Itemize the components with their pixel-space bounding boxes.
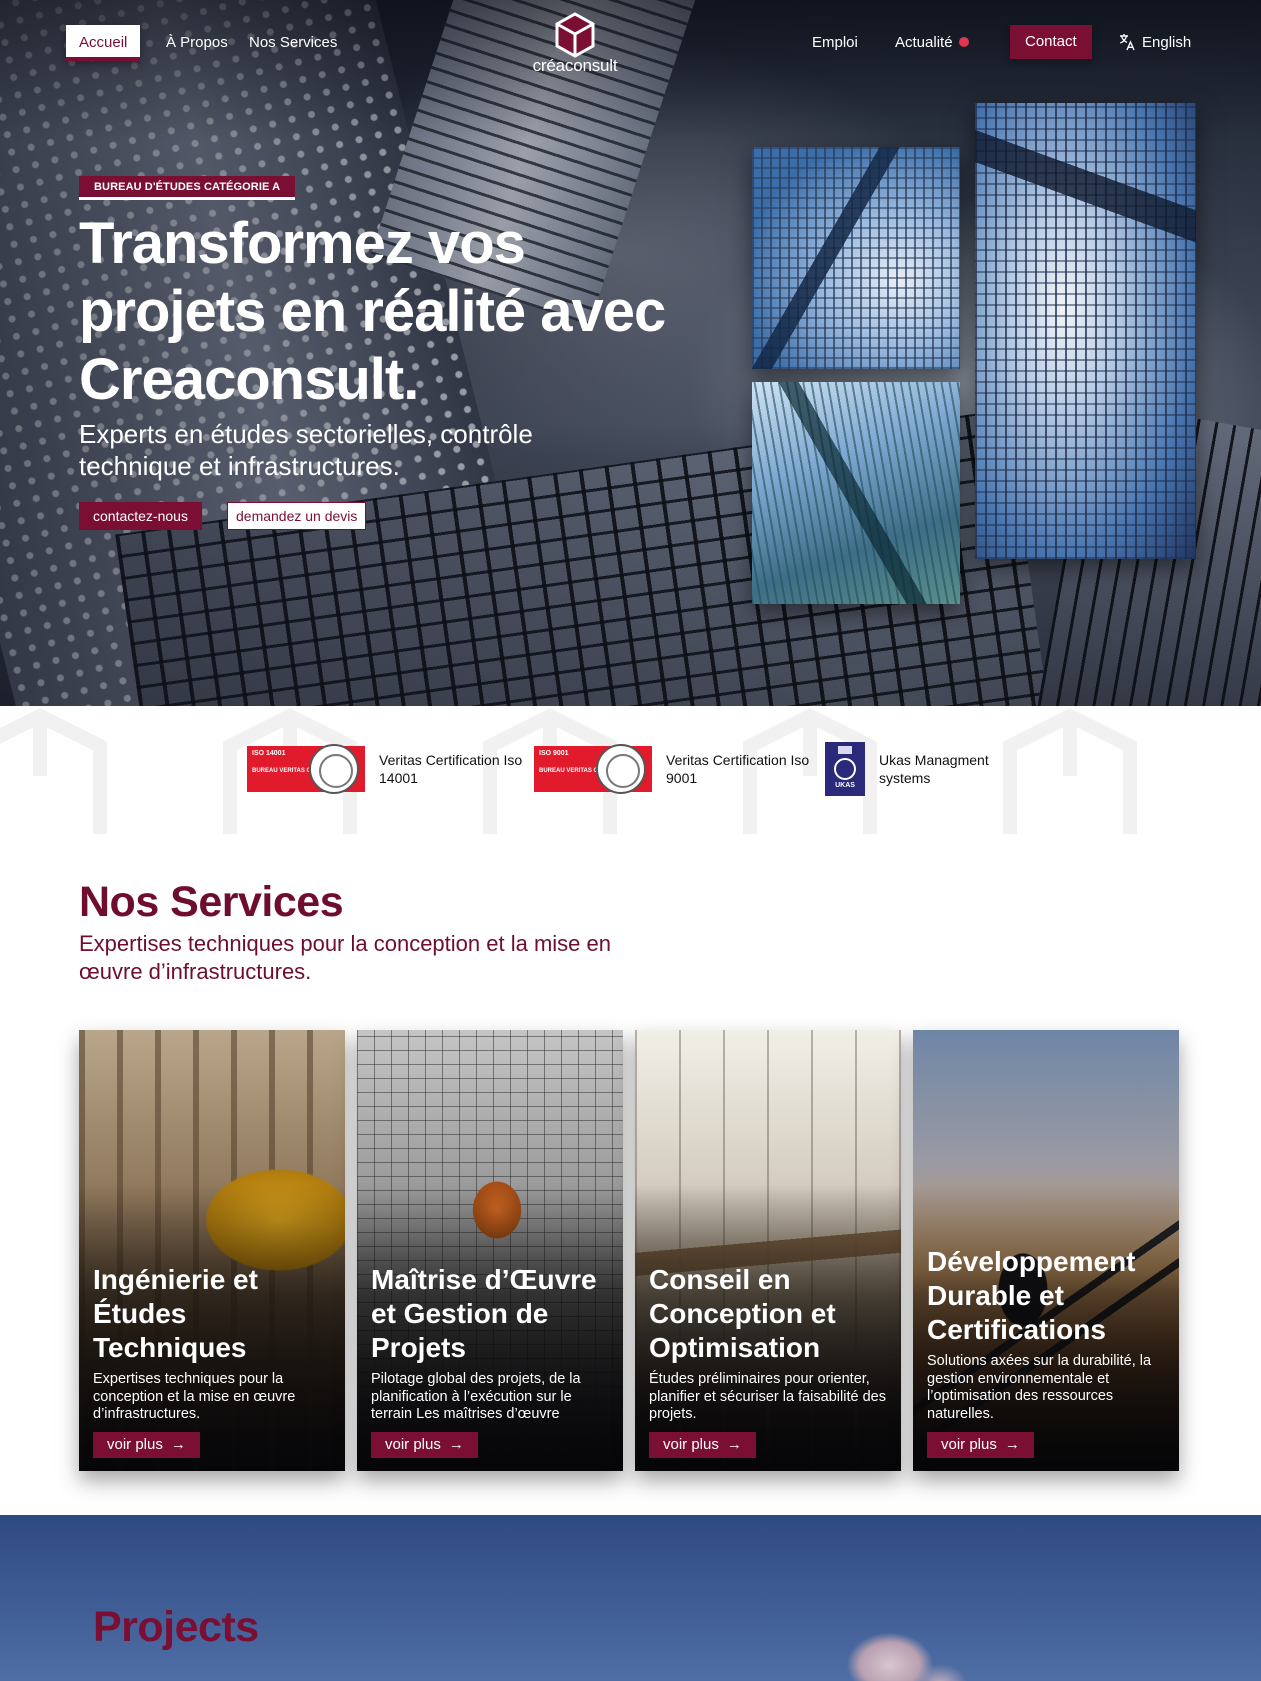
- bureau-veritas-logo: ISO 14001 BUREAU VERITAS Certification: [247, 744, 365, 794]
- ukas-logo: UKAS: [825, 742, 865, 796]
- nav-actualite[interactable]: Actualité: [895, 30, 969, 56]
- service-card-description: Études préliminaires pour orienter, plan…: [649, 1371, 886, 1422]
- services-subtitle: Expertises techniques pour la conception…: [79, 931, 611, 984]
- request-quote-button[interactable]: demandez un devis: [227, 502, 367, 530]
- contact-us-button[interactable]: contactez-nous: [79, 502, 202, 530]
- notification-dot: [958, 37, 969, 47]
- arrow-right-icon: →: [448, 1436, 464, 1453]
- bureau-veritas-logo: ISO 9001 BUREAU VERITAS Certification: [534, 744, 652, 794]
- hero-section: Accueil À Propos Nos Services créaconsul…: [0, 0, 1261, 706]
- site-logo[interactable]: créaconsult: [528, 12, 622, 82]
- logo-text-bold: consult: [564, 56, 618, 75]
- see-more-label: voir plus: [107, 1436, 163, 1453]
- language-label: English: [1142, 34, 1192, 51]
- service-card-project-management[interactable]: Maîtrise d’Œuvre et Gestion de Projets P…: [357, 1030, 623, 1471]
- service-card-title: Maîtrise d’Œuvre et Gestion de Projets: [371, 1264, 597, 1363]
- certification-label: Veritas Certification Iso 9001: [666, 752, 810, 786]
- hero-photo-skyscrapers: [752, 147, 960, 369]
- see-more-button[interactable]: voir plus →: [649, 1432, 756, 1458]
- service-card-design-consulting[interactable]: Conseil en Conception et Optimisation Ét…: [635, 1030, 901, 1471]
- see-more-label: voir plus: [385, 1436, 441, 1453]
- certification-iso-9001: ISO 9001 BUREAU VERITAS Certification Ve…: [534, 744, 816, 794]
- crown-icon: [838, 746, 852, 754]
- hero-photo-tower-upward: [975, 103, 1196, 559]
- veritas-seal-icon: [309, 744, 359, 794]
- arrow-right-icon: →: [170, 1436, 186, 1453]
- ukas-logo-text: UKAS: [835, 782, 855, 789]
- logo-text-light: créa: [532, 56, 565, 75]
- certification-label: Ukas Managment systems: [879, 752, 989, 786]
- cert-logo-code: ISO 14001: [252, 750, 286, 757]
- see-more-button[interactable]: voir plus →: [371, 1432, 478, 1458]
- service-card-description: Solutions axées sur la durabilité, la ge…: [927, 1353, 1152, 1422]
- nav-emploi[interactable]: Emploi: [812, 30, 858, 56]
- service-card-description: Pilotage global des projets, de la plani…: [371, 1371, 581, 1422]
- service-card-sustainability[interactable]: Développement Durable et Certifications …: [913, 1030, 1179, 1471]
- arrow-right-icon: →: [726, 1436, 742, 1453]
- see-more-button[interactable]: voir plus →: [927, 1432, 1034, 1458]
- certifications-strip: ISO 14001 BUREAU VERITAS Certification V…: [0, 706, 1261, 834]
- service-card-title: Développement Durable et Certifications: [927, 1246, 1136, 1345]
- certification-iso-14001: ISO 14001 BUREAU VERITAS Certification V…: [247, 744, 529, 794]
- nav-actualite-label: Actualité: [895, 34, 953, 51]
- service-card-description: Expertises techniques pour la conception…: [93, 1371, 296, 1422]
- translate-icon: [1120, 34, 1135, 51]
- service-card-title: Conseil en Conception et Optimisation: [649, 1264, 836, 1363]
- services-title: Nos Services: [79, 878, 344, 926]
- category-badge: BUREAU D'ÉTUDES CATÉGORIE A: [79, 176, 296, 200]
- service-card-title: Ingénierie et Études Techniques: [93, 1264, 258, 1363]
- projects-section: Projects: [0, 1515, 1261, 1681]
- see-more-label: voir plus: [941, 1436, 997, 1453]
- projects-title: Projects: [93, 1603, 259, 1651]
- logo-text: créaconsult: [528, 56, 622, 76]
- hero-subtitle: Experts en études sectorielles, contrôle…: [79, 419, 533, 481]
- arrow-right-icon: →: [1004, 1436, 1020, 1453]
- nav-apropos[interactable]: À Propos: [166, 30, 228, 56]
- main-nav: Accueil À Propos Nos Services créaconsul…: [0, 0, 1261, 90]
- certification-label: Veritas Certification Iso 14001: [379, 752, 523, 786]
- check-circle-icon: [834, 758, 856, 780]
- hero-title: Transformez vos projets en réalité avec …: [79, 211, 666, 412]
- cert-logo-code: ISO 9001: [539, 750, 569, 757]
- logo-cube-icon: [555, 12, 595, 58]
- nav-contact-button[interactable]: Contact: [1010, 25, 1092, 59]
- language-switch[interactable]: English: [1118, 30, 1191, 56]
- nav-accueil[interactable]: Accueil: [66, 25, 141, 61]
- nav-services[interactable]: Nos Services: [249, 30, 337, 56]
- service-card-engineering[interactable]: Ingénierie et Études Techniques Expertis…: [79, 1030, 345, 1471]
- see-more-label: voir plus: [663, 1436, 719, 1453]
- veritas-seal-icon: [596, 744, 646, 794]
- certification-ukas: UKAS Ukas Managment systems: [825, 742, 1029, 796]
- hero-photo-glass-towers: [752, 382, 960, 604]
- see-more-button[interactable]: voir plus →: [93, 1432, 200, 1458]
